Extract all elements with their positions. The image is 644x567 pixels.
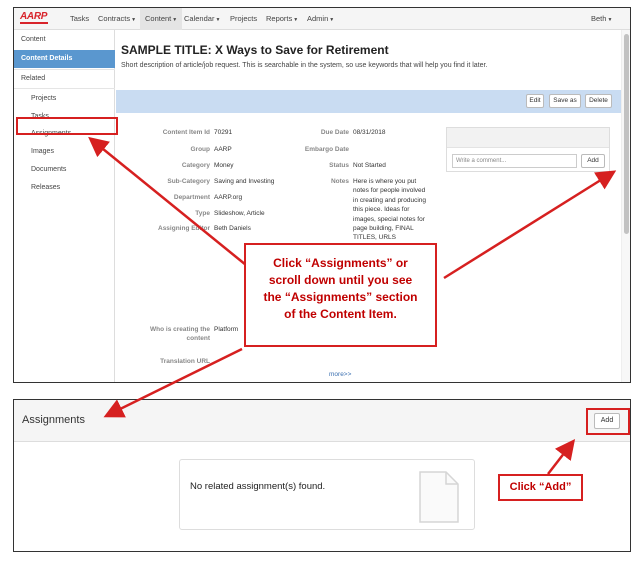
chevron-down-icon: ▼: [607, 17, 613, 23]
callout-line: Click “Assignments” or: [273, 256, 408, 270]
add-instruction-callout: Click “Add”: [498, 474, 583, 501]
sidebar-item-images[interactable]: Images: [14, 144, 115, 160]
sidebar-item-documents[interactable]: Documents: [14, 162, 115, 178]
nav-admin-label: Admin: [307, 14, 329, 23]
chevron-down-icon: ▼: [293, 17, 299, 23]
assigning-editor-label: Assigning Editor: [158, 225, 210, 232]
nav-reports-label: Reports: [266, 14, 293, 23]
page-description: Short description of article/job request…: [121, 62, 488, 69]
logo-text: AARP: [20, 11, 48, 22]
assignments-title: Assignments: [22, 414, 85, 426]
document-icon: [419, 471, 459, 523]
sidebar-item-releases[interactable]: Releases: [14, 180, 115, 196]
status-value: Not Started: [353, 162, 386, 169]
content-item-id-value: 70291: [214, 129, 233, 136]
subcategory-value: Saving and Investing: [214, 178, 275, 185]
nav-calendar-label: Calendar: [184, 14, 215, 23]
delete-button[interactable]: Delete: [585, 94, 612, 108]
nav-contracts-label: Contracts: [98, 14, 131, 23]
chevron-down-icon: ▼: [131, 17, 137, 23]
nav-reports[interactable]: Reports▼: [266, 8, 298, 30]
nav-projects[interactable]: Projects: [230, 8, 257, 30]
embargo-date-label: Embargo Date: [304, 146, 349, 153]
add-button-highlight-box: [586, 408, 630, 435]
due-date-value: 08/31/2018: [353, 129, 386, 136]
logo-underline: [20, 22, 48, 24]
sidebar-item-projects[interactable]: Projects: [14, 91, 115, 107]
edit-button[interactable]: Edit: [526, 94, 544, 108]
type-value: Slideshow, Article: [214, 210, 265, 217]
page-scrollbar[interactable]: [621, 30, 630, 382]
chevron-down-icon: ▼: [215, 17, 221, 23]
who-creating-value: Platform: [214, 326, 239, 333]
notes-label: Notes: [330, 178, 349, 185]
status-label: Status: [329, 162, 349, 169]
group-label: Group: [190, 146, 211, 153]
callout-line: the “Assignments” section: [263, 290, 418, 304]
comment-input[interactable]: Write a comment...: [452, 154, 577, 168]
sidebar-header-content[interactable]: Content: [14, 32, 115, 48]
notes-value: Here is where you put notes for people i…: [353, 178, 426, 242]
sidebar-header-related: Related: [21, 75, 46, 82]
assignments-header: Assignments Add: [14, 400, 630, 442]
more-link[interactable]: more>>: [329, 371, 351, 378]
instruction-callout: Click “Assignments” or scroll down until…: [244, 243, 437, 347]
nav-calendar[interactable]: Calendar▼: [184, 8, 220, 30]
chevron-down-icon: ▼: [329, 17, 335, 23]
top-navbar: AARP Tasks Contracts▼ Content▼ Calendar▼…: [14, 8, 630, 30]
who-creating-label-line1: Who is creating the: [150, 326, 210, 333]
empty-assignments-box: No related assignment(s) found.: [179, 459, 475, 530]
nav-contracts[interactable]: Contracts▼: [98, 8, 136, 30]
content-item-id-label: Content Item Id: [162, 129, 210, 136]
scrollbar-thumb[interactable]: [624, 34, 629, 234]
nav-content-label: Content: [145, 14, 172, 23]
nav-admin[interactable]: Admin▼: [307, 8, 334, 30]
comment-panel-header: [447, 128, 609, 148]
due-date-label: Due Date: [320, 129, 349, 136]
comment-panel: Write a comment... Add: [446, 127, 610, 172]
department-label: Department: [173, 194, 210, 201]
assignments-highlight-box: [16, 117, 118, 135]
subcategory-label: Sub-Category: [167, 178, 210, 185]
category-label: Category: [181, 162, 210, 169]
category-value: Money: [214, 162, 234, 169]
type-label: Type: [195, 210, 210, 217]
department-value: AARP.org: [214, 194, 243, 201]
page-title: SAMPLE TITLE: X Ways to Save for Retirem…: [121, 43, 389, 57]
comment-add-button[interactable]: Add: [581, 154, 605, 168]
sidebar-divider: [14, 69, 115, 70]
action-toolbar: Edit Save as Delete: [116, 90, 623, 113]
group-value: AARP: [214, 146, 232, 153]
empty-state-text: No related assignment(s) found.: [190, 481, 326, 492]
assigning-editor-value: Beth Daniels: [214, 225, 251, 232]
who-creating-label-line2: content: [186, 335, 210, 342]
callout-line: scroll down until you see: [268, 273, 413, 287]
save-as-button[interactable]: Save as: [549, 94, 581, 108]
sidebar-item-content-details[interactable]: Content Details: [14, 50, 115, 68]
user-name: Beth: [591, 14, 607, 23]
nav-content[interactable]: Content▼: [140, 8, 183, 30]
translation-url-label: Translation URL: [160, 358, 210, 365]
nav-tasks[interactable]: Tasks: [70, 8, 89, 30]
sidebar: Content Content Details Related Projects…: [14, 30, 115, 382]
aarp-logo[interactable]: AARP: [20, 11, 52, 27]
user-menu[interactable]: Beth▼: [591, 8, 612, 30]
sidebar-divider: [14, 88, 115, 89]
callout-line: of the Content Item.: [284, 307, 397, 321]
chevron-down-icon: ▼: [172, 17, 178, 23]
